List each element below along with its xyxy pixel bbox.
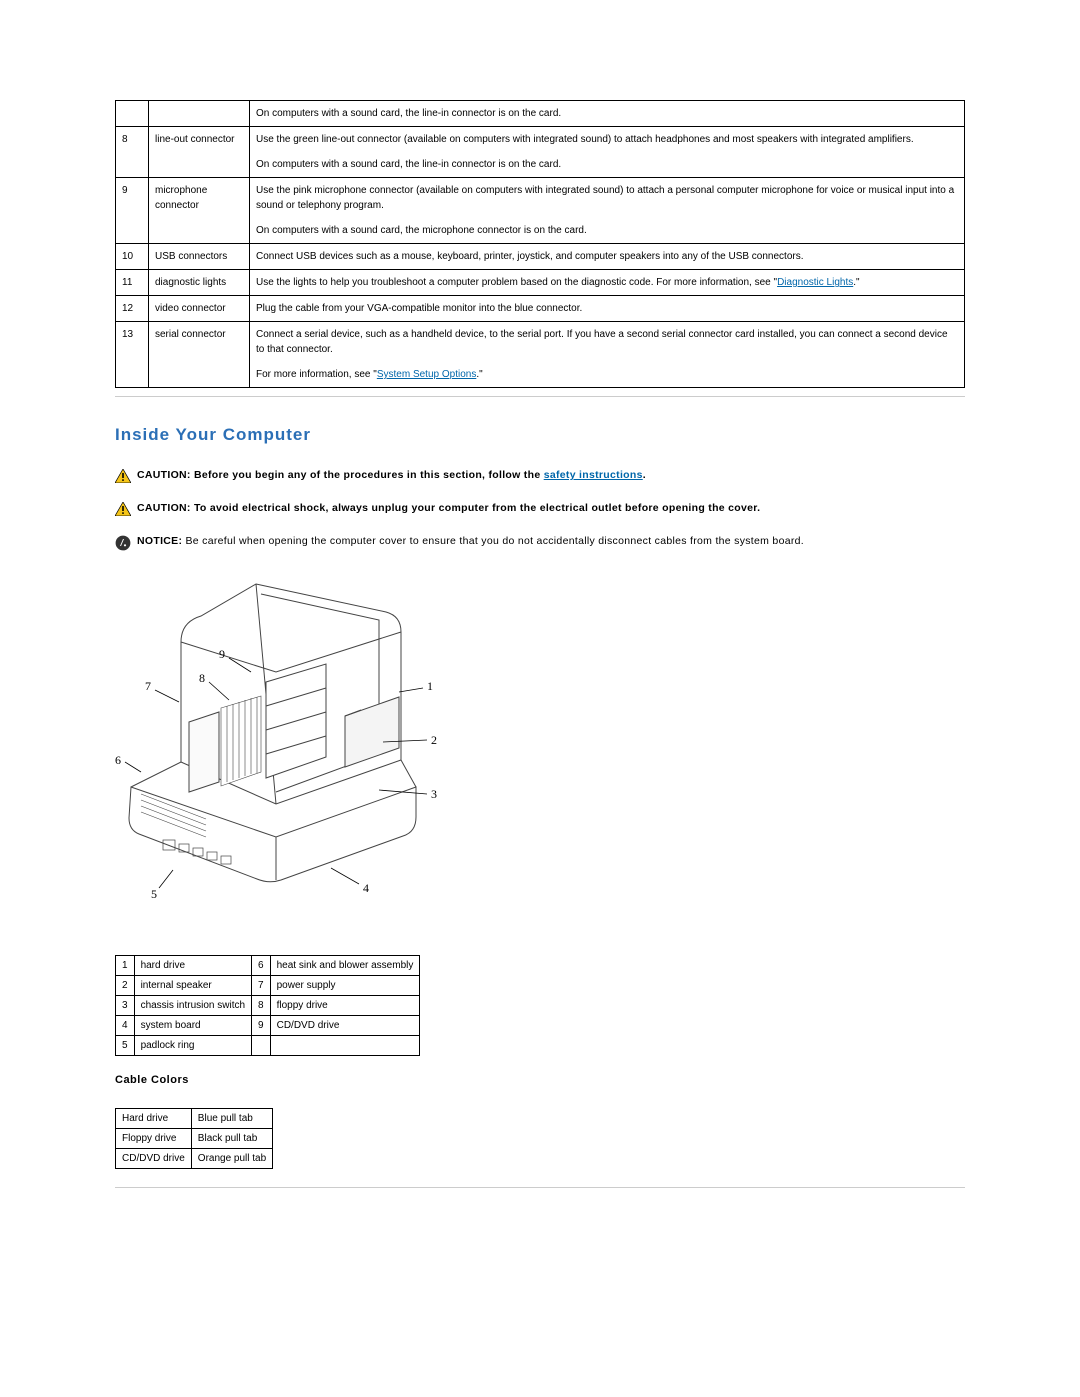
caution-1: CAUTION: Before you begin any of the pro… — [115, 469, 965, 486]
callout-4: 4 — [363, 881, 369, 895]
callout-2: 2 — [431, 733, 437, 747]
part-number: 7 — [252, 976, 271, 996]
callout-6: 6 — [115, 753, 121, 767]
row-label: video connector — [149, 296, 250, 322]
safety-instructions-link[interactable]: safety instructions — [544, 469, 643, 481]
table-row: 5padlock ring — [116, 1036, 420, 1056]
row-number: 13 — [116, 322, 149, 388]
pull-tab-color: Orange pull tab — [191, 1149, 272, 1169]
table-row: Floppy driveBlack pull tab — [116, 1129, 273, 1149]
row-description: Use the green line-out connector (availa… — [250, 127, 965, 178]
divider — [115, 396, 965, 397]
part-label: floppy drive — [270, 996, 420, 1016]
callout-3: 3 — [431, 787, 437, 801]
row-number — [116, 101, 149, 127]
row-label — [149, 101, 250, 127]
row-number: 9 — [116, 178, 149, 244]
drive-name: Floppy drive — [116, 1129, 192, 1149]
notice-icon — [115, 535, 131, 554]
callout-1: 1 — [427, 679, 433, 693]
table-row: 8line-out connectorUse the green line-ou… — [116, 127, 965, 178]
drive-name: Hard drive — [116, 1109, 192, 1129]
row-description: Use the lights to help you troubleshoot … — [250, 270, 965, 296]
cable-colors-table: Hard driveBlue pull tabFloppy driveBlack… — [115, 1108, 273, 1169]
row-number: 11 — [116, 270, 149, 296]
callout-9: 9 — [219, 647, 225, 661]
notice: NOTICE: Be careful when opening the comp… — [115, 535, 965, 554]
row-description: Use the pink microphone connector (avail… — [250, 178, 965, 244]
drive-name: CD/DVD drive — [116, 1149, 192, 1169]
part-number: 8 — [252, 996, 271, 1016]
table-row: 9microphone connectorUse the pink microp… — [116, 178, 965, 244]
callout-7: 7 — [145, 679, 151, 693]
caution-label: CAUTION: — [137, 502, 194, 514]
part-label — [270, 1036, 420, 1056]
part-number: 6 — [252, 956, 271, 976]
notice-label: NOTICE: — [137, 535, 185, 547]
connector-table: On computers with a sound card, the line… — [115, 100, 965, 388]
inline-link[interactable]: System Setup Options — [377, 369, 477, 380]
table-row: 13serial connectorConnect a serial devic… — [116, 322, 965, 388]
table-row: 3chassis intrusion switch8floppy drive — [116, 996, 420, 1016]
table-row: Hard driveBlue pull tab — [116, 1109, 273, 1129]
caution-text: To avoid electrical shock, always unplug… — [194, 502, 760, 514]
row-label: microphone connector — [149, 178, 250, 244]
caution-label: CAUTION: — [137, 469, 194, 481]
part-label: CD/DVD drive — [270, 1016, 420, 1036]
caution-text-pre: Before you begin any of the procedures i… — [194, 469, 544, 481]
table-row: CD/DVD driveOrange pull tab — [116, 1149, 273, 1169]
table-row: 2internal speaker7power supply — [116, 976, 420, 996]
row-label: diagnostic lights — [149, 270, 250, 296]
row-label: serial connector — [149, 322, 250, 388]
row-description: On computers with a sound card, the line… — [250, 101, 965, 127]
pull-tab-color: Black pull tab — [191, 1129, 272, 1149]
part-number: 9 — [252, 1016, 271, 1036]
row-label: line-out connector — [149, 127, 250, 178]
table-row: 1hard drive6heat sink and blower assembl… — [116, 956, 420, 976]
part-label: heat sink and blower assembly — [270, 956, 420, 976]
table-row: 12video connectorPlug the cable from you… — [116, 296, 965, 322]
part-label: internal speaker — [134, 976, 251, 996]
part-label: chassis intrusion switch — [134, 996, 251, 1016]
notice-text: Be careful when opening the computer cov… — [185, 535, 804, 547]
cable-colors-heading: Cable Colors — [115, 1074, 965, 1086]
table-row: 11diagnostic lightsUse the lights to hel… — [116, 270, 965, 296]
divider — [115, 1187, 965, 1188]
part-label: system board — [134, 1016, 251, 1036]
table-row: On computers with a sound card, the line… — [116, 101, 965, 127]
caution-text-post: . — [643, 469, 646, 481]
caution-icon — [115, 502, 131, 519]
parts-table: 1hard drive6heat sink and blower assembl… — [115, 955, 420, 1056]
computer-interior-figure: 1 2 3 4 5 6 7 8 9 — [111, 572, 965, 925]
row-description: Connect a serial device, such as a handh… — [250, 322, 965, 388]
pull-tab-color: Blue pull tab — [191, 1109, 272, 1129]
part-label: hard drive — [134, 956, 251, 976]
caution-icon — [115, 469, 131, 486]
part-label: padlock ring — [134, 1036, 251, 1056]
row-number: 10 — [116, 244, 149, 270]
part-number: 2 — [116, 976, 135, 996]
callout-5: 5 — [151, 887, 157, 901]
part-number: 4 — [116, 1016, 135, 1036]
part-label: power supply — [270, 976, 420, 996]
inline-link[interactable]: Diagnostic Lights — [777, 277, 853, 288]
section-heading: Inside Your Computer — [115, 425, 965, 445]
part-number: 3 — [116, 996, 135, 1016]
row-description: Plug the cable from your VGA-compatible … — [250, 296, 965, 322]
callout-8: 8 — [199, 671, 205, 685]
part-number: 5 — [116, 1036, 135, 1056]
row-number: 8 — [116, 127, 149, 178]
row-number: 12 — [116, 296, 149, 322]
table-row: 4system board9CD/DVD drive — [116, 1016, 420, 1036]
row-label: USB connectors — [149, 244, 250, 270]
caution-2: CAUTION: To avoid electrical shock, alwa… — [115, 502, 965, 519]
part-number: 1 — [116, 956, 135, 976]
part-number — [252, 1036, 271, 1056]
table-row: 10USB connectorsConnect USB devices such… — [116, 244, 965, 270]
row-description: Connect USB devices such as a mouse, key… — [250, 244, 965, 270]
